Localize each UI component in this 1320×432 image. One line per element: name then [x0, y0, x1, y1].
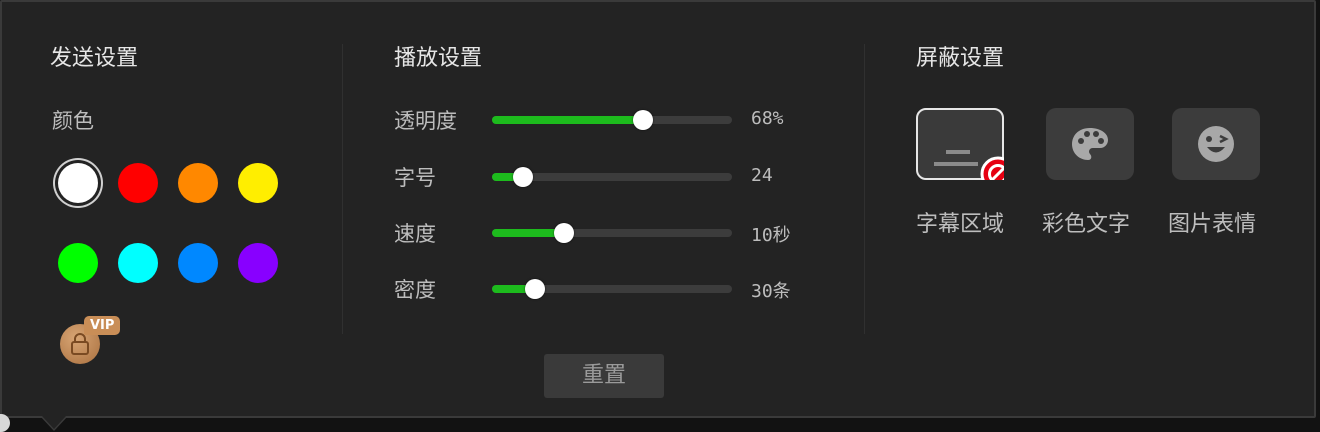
- emoji-icon: [1198, 126, 1234, 162]
- font-size-value: 24: [751, 165, 773, 186]
- block-settings-title: 屏蔽设置: [916, 46, 1005, 71]
- danmaku-settings-panel: 发送设置 颜色 VIP 播放设置 透明度 68% 字号 24 速度 10秒 密度…: [0, 0, 1316, 418]
- vip-badge: VIP: [84, 316, 121, 335]
- opacity-slider[interactable]: [492, 110, 732, 130]
- block-image-emoji-label: 图片表情: [1168, 212, 1257, 237]
- speed-slider[interactable]: [492, 223, 732, 243]
- font-size-slider[interactable]: [492, 167, 732, 187]
- divider: [864, 44, 865, 334]
- color-label: 颜色: [52, 109, 94, 133]
- density-value: 30条: [751, 281, 791, 302]
- popover-pointer: [42, 416, 66, 429]
- color-swatch-purple[interactable]: [238, 243, 278, 283]
- subtitle-area-block-icon: [934, 150, 1004, 180]
- color-swatch-white[interactable]: [58, 163, 98, 203]
- slider-thumb[interactable]: [633, 110, 654, 130]
- font-size-label: 字号: [394, 166, 436, 190]
- opacity-label: 透明度: [394, 109, 457, 133]
- block-color-text-button[interactable]: [1046, 108, 1134, 180]
- density-label: 密度: [394, 278, 436, 302]
- send-settings-title: 发送设置: [50, 46, 139, 71]
- block-image-emoji-button[interactable]: [1172, 108, 1260, 180]
- speed-value: 10秒: [751, 225, 791, 246]
- block-subtitle-area-label: 字幕区域: [916, 212, 1005, 237]
- color-swatch-blue[interactable]: [178, 243, 218, 283]
- slider-thumb[interactable]: [554, 223, 574, 243]
- slider-thumb[interactable]: [525, 279, 546, 299]
- lock-icon: [71, 333, 89, 355]
- opacity-value: 68%: [751, 108, 784, 129]
- play-settings-title: 播放设置: [394, 46, 483, 71]
- speed-label: 速度: [394, 222, 436, 246]
- divider: [342, 44, 343, 334]
- color-swatch-orange[interactable]: [178, 163, 218, 203]
- block-color-text-label: 彩色文字: [1042, 212, 1131, 237]
- slider-fill: [492, 116, 644, 124]
- palette-icon: [1072, 128, 1108, 160]
- color-swatch-green[interactable]: [58, 243, 98, 283]
- reset-button[interactable]: 重置: [544, 354, 664, 398]
- block-subtitle-area-button[interactable]: [916, 108, 1004, 180]
- color-swatch-yellow[interactable]: [238, 163, 278, 203]
- color-swatch-cyan[interactable]: [118, 243, 158, 283]
- slider-thumb[interactable]: [513, 167, 534, 187]
- color-swatch-red[interactable]: [118, 163, 158, 203]
- density-slider[interactable]: [492, 279, 732, 299]
